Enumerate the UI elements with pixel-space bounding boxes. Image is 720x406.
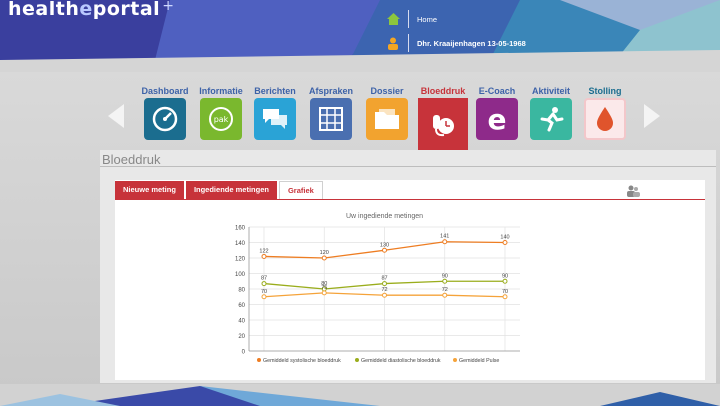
chart-title: Uw ingediende metingen — [346, 213, 423, 220]
tab-bar: Nieuwe meting Ingediende metingen Grafie… — [115, 181, 325, 199]
data-label: 75 — [321, 285, 327, 291]
data-label: 120 — [320, 250, 329, 256]
legend-label: Gemiddeld diastolische bloeddruk — [361, 358, 441, 364]
tab-nieuwe-meting[interactable]: Nieuwe meting — [115, 181, 184, 199]
nav-tile-bloeddruk[interactable]: Bloeddruk — [418, 84, 468, 159]
data-label: 141 — [440, 234, 449, 240]
user-icon — [386, 36, 400, 50]
nav-tile-informatie[interactable]: Informatie pak — [196, 84, 246, 140]
data-label: 130 — [380, 242, 389, 248]
y-tick-label: 20 — [238, 334, 245, 340]
data-label: 72 — [381, 287, 387, 293]
runner-icon — [530, 98, 572, 140]
users-icon[interactable] — [626, 184, 640, 197]
y-tick-label: 40 — [238, 319, 245, 325]
data-point — [261, 253, 267, 259]
pak-icon: pak — [200, 98, 242, 140]
svg-text:e: e — [488, 105, 507, 133]
svg-text:pak: pak — [214, 115, 229, 124]
legend-label: Gemiddeld Pulse — [459, 358, 499, 364]
data-point — [382, 247, 387, 253]
nav-tile-dashboard[interactable]: Dashboard — [140, 84, 190, 140]
blood-pressure-icon — [418, 98, 468, 150]
data-label: 87 — [381, 276, 387, 282]
data-point — [321, 290, 327, 296]
home-icon — [386, 12, 400, 26]
data-point — [442, 278, 448, 284]
calendar-icon — [310, 98, 352, 140]
y-tick-label: 100 — [235, 272, 246, 278]
data-label: 70 — [261, 289, 267, 295]
y-tick-label: 140 — [235, 241, 246, 247]
gauge-icon — [144, 98, 186, 140]
nav-tile-berichten[interactable]: Berichten — [250, 84, 300, 140]
drop-icon — [584, 98, 626, 140]
user-profile-link[interactable]: Dhr. Kraaijenhagen 13-05-1968 — [386, 34, 526, 52]
tab-ingediende-metingen[interactable]: Ingediende metingen — [185, 181, 277, 199]
blood-pressure-chart: Uw ingediende metingen 0 20 40 60 80 100 120 140… — [235, 213, 520, 364]
y-tick-label: 0 — [242, 350, 246, 356]
data-point — [382, 292, 387, 298]
data-point — [261, 281, 267, 287]
y-tick-label: 60 — [238, 303, 245, 309]
section-title: Bloeddruk — [102, 152, 161, 167]
data-label: 72 — [442, 287, 448, 293]
footer-decoration — [0, 384, 720, 406]
ecoach-icon: e — [476, 98, 518, 140]
nav-tile-aktiviteit[interactable]: Aktiviteit — [526, 84, 576, 140]
data-point — [442, 292, 448, 298]
data-label: 87 — [261, 276, 267, 282]
data-point — [261, 294, 267, 300]
data-point — [502, 294, 508, 300]
legend-label: Gemiddeld systolische bloeddruk — [263, 358, 341, 364]
healtheportal-logo[interactable]: healtheportal + — [8, 0, 174, 20]
legend-marker — [355, 358, 359, 362]
y-tick-label: 80 — [238, 288, 245, 294]
data-label: 70 — [502, 289, 508, 295]
nav-tile-ecoach[interactable]: E-Coach e — [472, 84, 522, 140]
nav-next-arrow[interactable] — [644, 104, 660, 128]
data-label: 90 — [502, 273, 508, 279]
tab-grafiek[interactable]: Grafiek — [278, 181, 323, 199]
nav-tile-afspraken[interactable]: Afspraken — [306, 84, 356, 140]
nav-tile-dossier[interactable]: Dossier — [362, 84, 412, 140]
folder-icon — [366, 98, 408, 140]
nav-previous-arrow[interactable] — [108, 104, 124, 128]
y-tick-label: 160 — [235, 226, 246, 232]
data-point — [382, 281, 387, 287]
y-tick-label: 120 — [235, 257, 246, 263]
data-point — [321, 255, 327, 261]
home-link[interactable]: Home — [386, 10, 437, 28]
nav-tile-stolling[interactable]: Stolling — [580, 84, 630, 140]
data-point — [502, 240, 508, 245]
legend-marker — [257, 358, 261, 362]
legend-marker — [453, 358, 457, 362]
data-label: 90 — [442, 273, 448, 279]
chat-icon — [254, 98, 296, 140]
header: healtheportal + Home Dhr. Kraaijenhagen 1… — [0, 0, 720, 80]
data-label: 122 — [259, 248, 268, 254]
data-point — [502, 278, 508, 284]
data-label: 140 — [500, 235, 509, 241]
data-point — [442, 239, 448, 245]
